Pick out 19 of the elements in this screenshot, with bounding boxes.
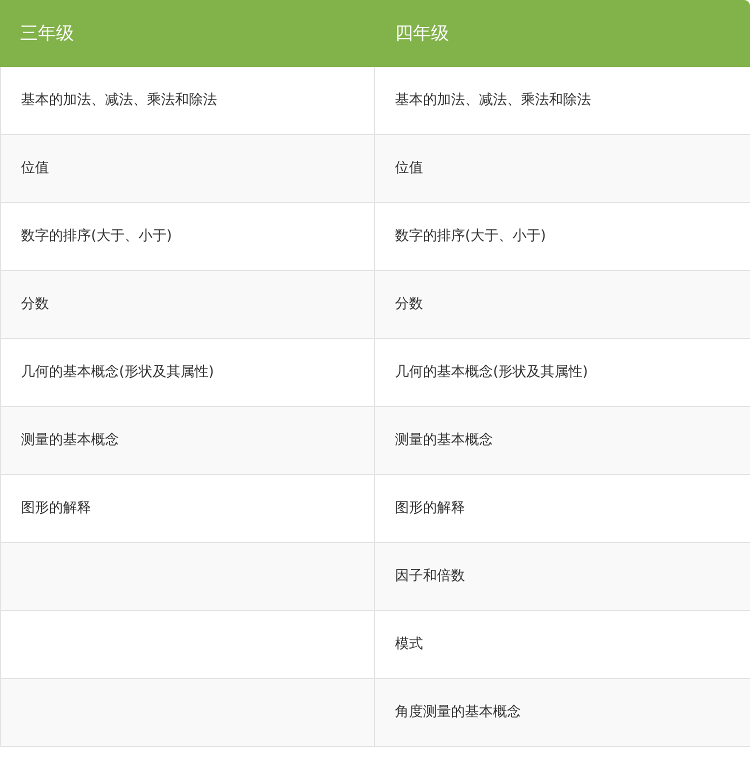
table-cell: 图形的解释: [0, 475, 375, 542]
table-cell-text: 基本的加法、减法、乘法和除法: [394, 91, 592, 110]
table-cell: 几何的基本概念(形状及其属性): [0, 339, 375, 406]
table-cell: 基本的加法、减法、乘法和除法: [0, 67, 375, 134]
table-cell-text: 因子和倍数: [394, 567, 466, 586]
table-cell: 测量的基本概念: [0, 407, 375, 474]
table-cell-text: 测量的基本概念: [394, 431, 494, 450]
table-cell-text: 角度测量的基本概念: [394, 703, 522, 722]
table-cell-text: 位值: [394, 159, 424, 178]
table-cell: 数字的排序(大于、小于): [0, 203, 375, 270]
table-cell-text: 模式: [394, 635, 424, 654]
table-cell-text: 分数: [394, 295, 424, 314]
table-cell-text: 数字的排序(大于、小于): [394, 227, 547, 246]
table-cell-text: 几何的基本概念(形状及其属性): [394, 363, 589, 382]
table-cell-text: 图形的解释: [394, 499, 466, 518]
column-header: 四年级: [395, 22, 449, 46]
table-cell: 位值: [0, 135, 375, 202]
table-cell: 分数: [0, 271, 375, 338]
column-header: 三年级: [20, 22, 74, 46]
